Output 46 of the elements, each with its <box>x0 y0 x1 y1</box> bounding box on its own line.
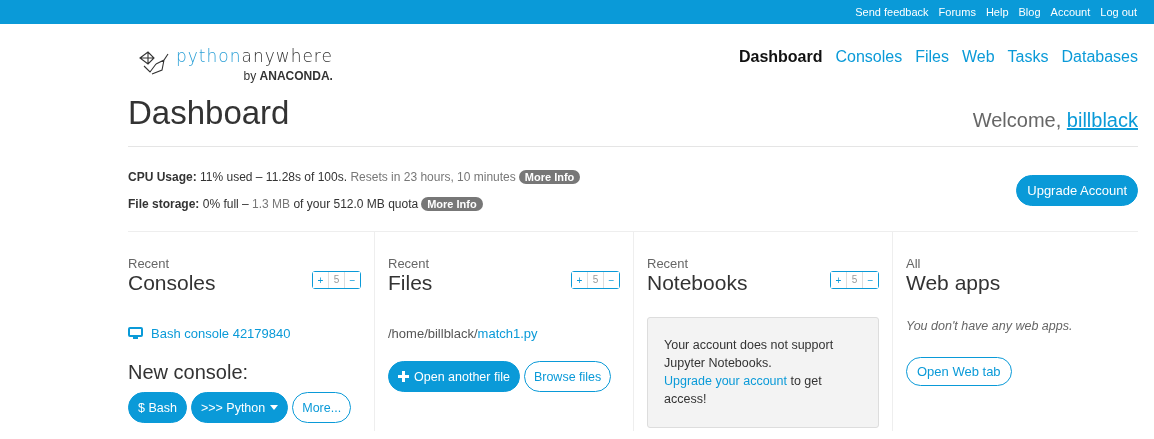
new-console-heading: New console: <box>128 361 250 384</box>
upgrade-link[interactable]: Upgrade your account <box>664 374 787 389</box>
nav-tab[interactable]: Consoles <box>835 48 903 66</box>
section-kicker: All <box>906 256 922 271</box>
console-button[interactable]: >>> Python <box>190 392 289 423</box>
section-title: Web apps <box>906 271 1001 295</box>
top-link[interactable]: Log out <box>1100 6 1137 18</box>
top-link[interactable]: Blog <box>1018 6 1041 18</box>
top-link[interactable]: Send feedback <box>855 6 929 18</box>
nav-tab[interactable]: Databases <box>1061 48 1138 66</box>
usage-text: File storage: 0% full – 1.3 MB of your 512.0 MB quota <box>128 196 419 211</box>
section-kicker: Recent <box>647 256 690 271</box>
console-link[interactable]: Bash console 42179840 <box>151 326 291 341</box>
nav-tab[interactable]: Tasks <box>1007 48 1049 66</box>
section-title: Files <box>388 271 433 295</box>
section-title: Consoles <box>128 271 216 295</box>
username-link[interactable]: billblack <box>1066 109 1138 131</box>
page-title: Dashboard <box>128 94 290 132</box>
caret-icon <box>270 405 279 410</box>
welcome-text: Welcome, <box>972 109 1062 131</box>
nav-tab[interactable]: Web <box>962 48 995 66</box>
section-kicker: Recent <box>388 256 431 271</box>
top-link[interactable]: Account <box>1050 6 1091 18</box>
open-web-tab-button[interactable]: Open Web tab <box>906 357 1012 386</box>
monitor-icon <box>128 327 143 340</box>
logo-byline: by ANACONDA. <box>242 69 333 83</box>
section-kicker: Recent <box>128 256 171 271</box>
more-info-button[interactable]: More Info <box>518 169 581 184</box>
plus-icon <box>398 371 409 382</box>
nav-tab[interactable]: Files <box>915 48 949 66</box>
file-link[interactable]: match1.py <box>477 326 538 341</box>
logo-wordmark: python anywhere <box>176 46 333 66</box>
upgrade-account-button[interactable]: Upgrade Account <box>1016 174 1138 206</box>
console-button[interactable]: More... <box>292 392 352 423</box>
notice-text: Your account does not support Jupyter Notebooks. Upgrade your account to get access! <box>664 337 835 409</box>
file-button[interactable]: Open another file <box>388 361 520 392</box>
section-title: Notebooks <box>647 271 748 295</box>
nav-tab[interactable]: Dashboard <box>738 48 823 66</box>
file-path: /home/billblack/match1.py <box>388 326 539 341</box>
more-info-button[interactable]: More Info <box>421 196 483 211</box>
usage-text: CPU Usage: 11% used – 11.28s of 100s. Resets in 23 hours, 10 minutes <box>128 169 516 184</box>
empty-message: You don't have any web apps. <box>906 319 1074 333</box>
top-link[interactable]: Forums <box>938 6 976 18</box>
console-button[interactable]: $ Bash <box>128 392 187 423</box>
top-link[interactable]: Help <box>985 6 1009 18</box>
file-button[interactable]: Browse files <box>523 361 612 392</box>
